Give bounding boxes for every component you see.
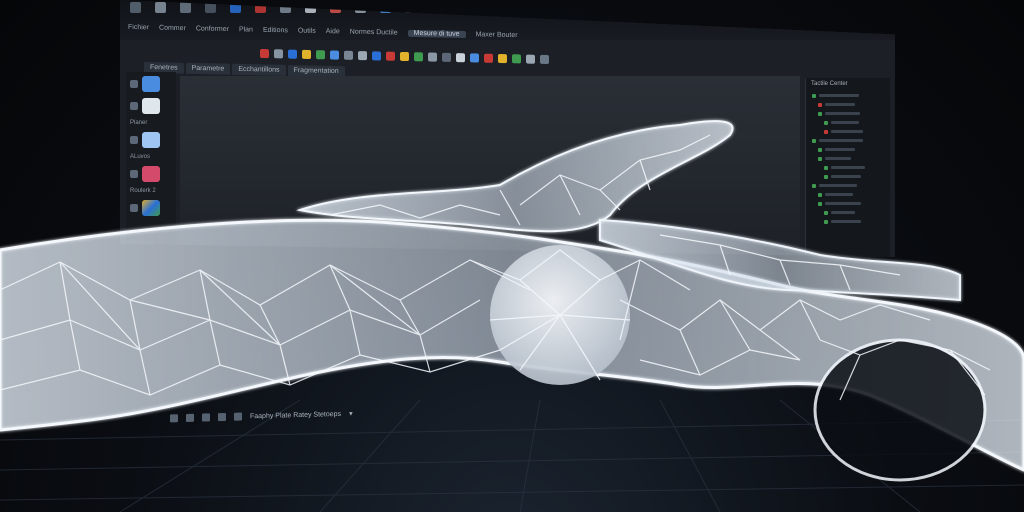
status-icon[interactable] [234,412,242,421]
chevron-down-icon[interactable]: ▾ [349,410,353,418]
status-icon[interactable] [218,412,226,422]
status-icon[interactable] [186,413,194,422]
mesh-upper-arm [296,120,734,233]
status-icon[interactable] [170,414,178,423]
status-icon[interactable] [202,413,210,422]
wireframe-mesh-model[interactable] [0,0,1024,512]
workspace-scene: Fichier Commer Conformer Plan Editions O… [0,0,1024,512]
mesh-opening [813,338,987,482]
